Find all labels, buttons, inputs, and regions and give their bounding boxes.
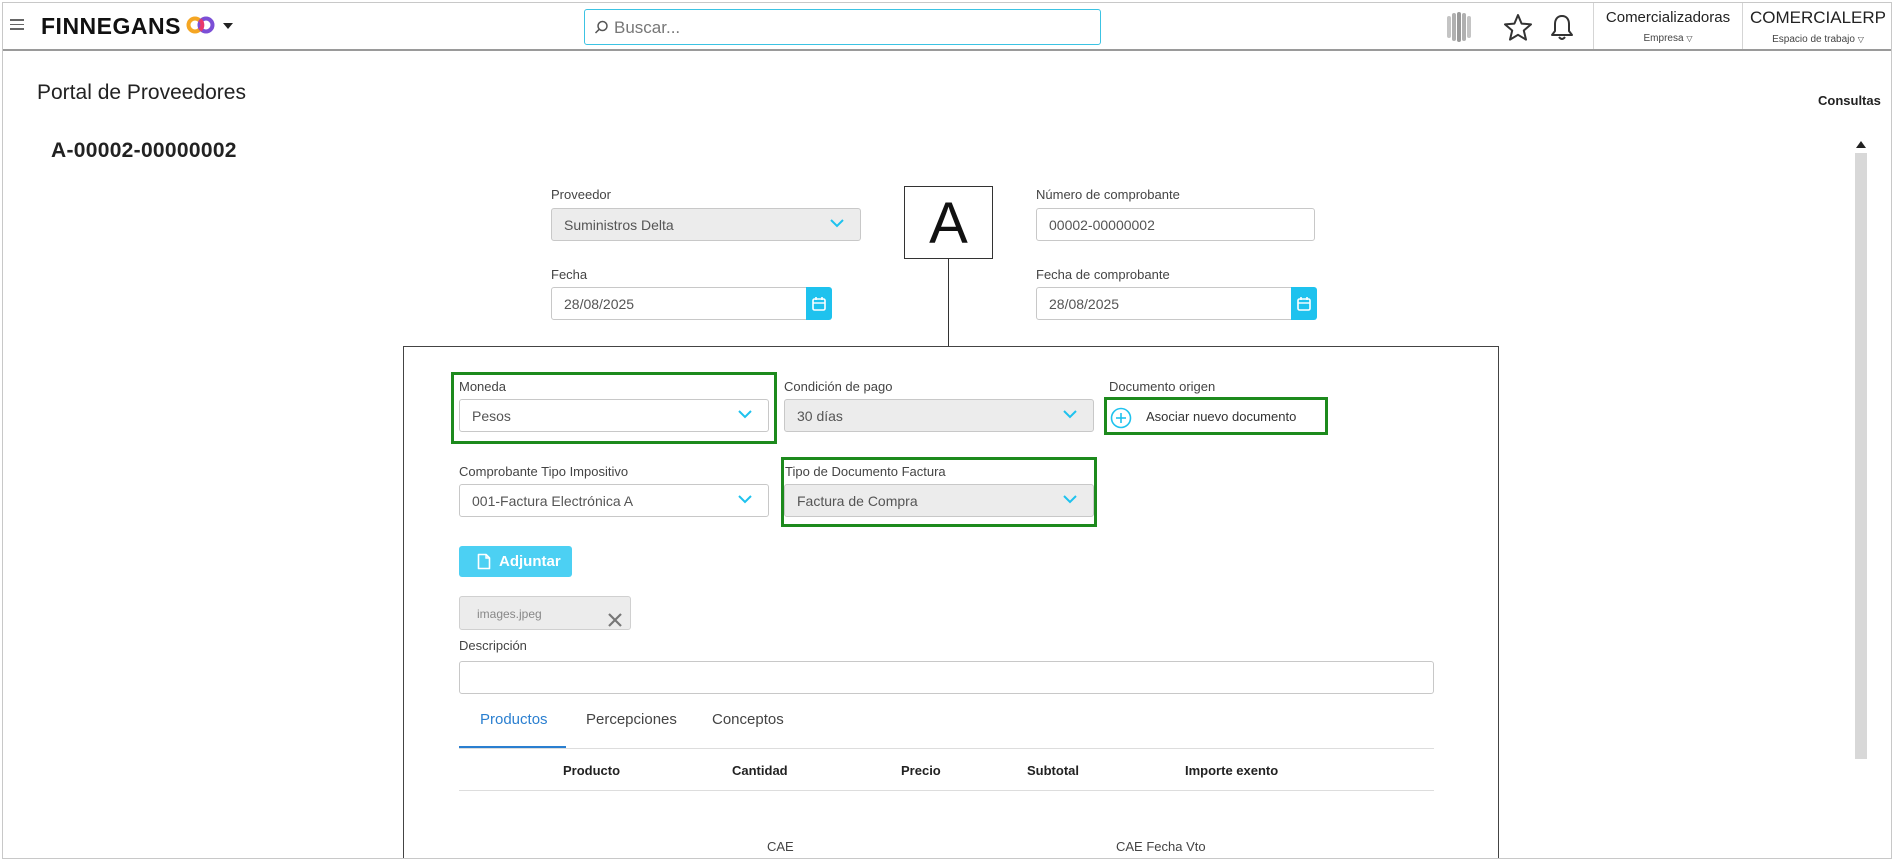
page-title: Portal de Proveedores xyxy=(37,81,246,104)
descripcion-label: Descripción xyxy=(459,638,527,653)
document-number: A-00002-00000002 xyxy=(51,139,237,162)
top-bar: FINNEGANS Buscar... Comercializadoras Em… xyxy=(3,3,1891,51)
column-precio[interactable]: Precio xyxy=(901,763,941,778)
fecha-comprobante-value: 28/08/2025 xyxy=(1049,296,1120,312)
tipo-impositivo-label: Comprobante Tipo Impositivo xyxy=(459,464,629,479)
tab-conceptos[interactable]: Conceptos xyxy=(712,711,784,728)
condicion-pago-value: 30 días xyxy=(797,408,843,424)
company-selector[interactable]: Comercializadoras Empresa ▽ xyxy=(1595,9,1741,44)
column-subtotal[interactable]: Subtotal xyxy=(1027,763,1079,778)
products-table-header: Producto Cantidad Precio Subtotal Import… xyxy=(459,751,1434,791)
calendar-icon xyxy=(812,297,826,311)
fecha-comprobante-calendar-button[interactable] xyxy=(1291,287,1317,320)
documento-origen-label: Documento origen xyxy=(1109,379,1216,394)
moneda-value: Pesos xyxy=(472,408,511,424)
adjuntar-button[interactable]: Adjuntar xyxy=(459,546,572,577)
proveedor-label: Proveedor xyxy=(551,187,611,202)
chevron-down-icon xyxy=(738,495,752,504)
attached-file-chip: images.jpeg xyxy=(459,596,631,630)
cae-fecha-label: CAE Fecha Vto xyxy=(1116,839,1206,854)
asociar-documento-button[interactable]: Asociar nuevo documento xyxy=(1107,400,1325,433)
active-tab-indicator xyxy=(459,746,566,748)
caret-down-icon[interactable] xyxy=(223,23,233,29)
star-icon[interactable] xyxy=(1503,13,1533,41)
fecha-calendar-button[interactable] xyxy=(806,287,832,320)
brand-logo-icon xyxy=(186,16,215,34)
scrollbar[interactable] xyxy=(1855,153,1867,759)
tab-productos[interactable]: Productos xyxy=(480,711,548,728)
search-input[interactable]: Buscar... xyxy=(614,18,680,38)
scroll-up-arrow[interactable] xyxy=(1856,141,1866,148)
menu-icon[interactable] xyxy=(10,19,24,31)
tipo-documento-select[interactable]: Factura de Compra xyxy=(784,484,1094,517)
fecha-input[interactable]: 28/08/2025 xyxy=(551,287,807,320)
close-icon[interactable] xyxy=(608,613,622,627)
fecha-comprobante-label: Fecha de comprobante xyxy=(1036,267,1170,282)
descripcion-input[interactable] xyxy=(459,661,1434,694)
numero-input[interactable]: 00002-00000002 xyxy=(1036,208,1315,241)
chevron-down-icon xyxy=(738,410,752,419)
calendar-icon xyxy=(1297,297,1311,311)
workspace-name: COMERCIALERP xyxy=(1749,8,1887,27)
invoice-letter: A xyxy=(929,191,968,256)
search-box[interactable]: Buscar... xyxy=(584,9,1101,45)
proveedor-value: Suministros Delta xyxy=(564,217,674,233)
bell-icon[interactable] xyxy=(1549,13,1575,41)
column-cantidad[interactable]: Cantidad xyxy=(732,763,788,778)
fecha-comprobante-input[interactable]: 28/08/2025 xyxy=(1036,287,1292,320)
numero-value: 00002-00000002 xyxy=(1049,217,1155,233)
chevron-down-icon xyxy=(830,219,844,228)
chevron-down-icon: ▽ xyxy=(1686,34,1693,43)
tipo-impositivo-select[interactable]: 001-Factura Electrónica A xyxy=(459,484,769,517)
condicion-pago-select[interactable]: 30 días xyxy=(784,399,1094,432)
app-window: FINNEGANS Buscar... Comercializadoras Em… xyxy=(2,2,1892,859)
condicion-pago-label: Condición de pago xyxy=(784,379,893,394)
asociar-label: Asociar nuevo documento xyxy=(1146,409,1297,424)
chevron-down-icon xyxy=(1063,410,1077,419)
file-icon xyxy=(477,553,491,570)
workspace-selector[interactable]: COMERCIALERP Espacio de trabajo ▽ xyxy=(1743,8,1891,45)
attached-file-name: images.jpeg xyxy=(477,607,542,621)
column-importe-exento[interactable]: Importe exento xyxy=(1185,763,1278,778)
detail-tabs: Productos Percepciones Conceptos xyxy=(459,703,1434,749)
numero-label: Número de comprobante xyxy=(1036,187,1180,202)
plus-circle-icon xyxy=(1110,407,1132,429)
chevron-down-icon: ▽ xyxy=(1857,35,1864,44)
adjuntar-label: Adjuntar xyxy=(499,553,561,570)
company-sub-label: Empresa ▽ xyxy=(1643,33,1693,44)
tipo-impositivo-value: 001-Factura Electrónica A xyxy=(472,493,634,509)
proveedor-select[interactable]: Suministros Delta xyxy=(551,208,861,241)
moneda-select[interactable]: Pesos xyxy=(459,399,769,432)
fecha-value: 28/08/2025 xyxy=(564,296,635,312)
tipo-documento-label: Tipo de Documento Factura xyxy=(785,464,946,479)
moneda-label: Moneda xyxy=(459,379,506,394)
search-icon xyxy=(594,20,608,34)
brand-name: FINNEGANS xyxy=(41,13,181,39)
fecha-label: Fecha xyxy=(551,267,588,282)
workspace-sub-label: Espacio de trabajo ▽ xyxy=(1772,34,1864,45)
consultas-link[interactable]: Consultas xyxy=(1818,93,1881,108)
tipo-documento-value: Factura de Compra xyxy=(797,493,918,509)
company-name: Comercializadoras xyxy=(1605,9,1731,26)
divider xyxy=(1593,3,1594,49)
chevron-down-icon xyxy=(1063,495,1077,504)
tab-percepciones[interactable]: Percepciones xyxy=(586,711,677,728)
avatar[interactable] xyxy=(1441,10,1475,44)
invoice-letter-box: A xyxy=(904,186,993,259)
column-producto[interactable]: Producto xyxy=(563,763,620,778)
connector-line xyxy=(948,259,949,346)
cae-label: CAE xyxy=(767,839,794,854)
